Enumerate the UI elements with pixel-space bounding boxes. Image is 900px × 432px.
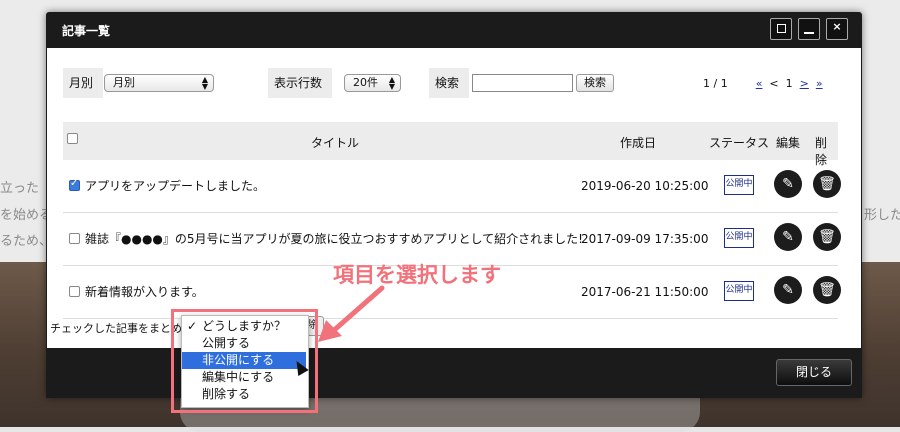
rows-select-value: 20件 <box>353 76 378 89</box>
current-page: 1 <box>785 77 793 90</box>
row-title[interactable]: アプリをアップデートしました。 <box>85 177 265 194</box>
background-text: るため、 <box>0 234 53 249</box>
edit-button[interactable]: ✎ <box>774 276 802 304</box>
background-text: を始める <box>0 208 53 223</box>
prev-page[interactable]: < <box>769 77 778 90</box>
pencil-icon: ✎ <box>782 176 794 192</box>
trash-icon: 🗑 <box>818 229 836 245</box>
row-checkbox[interactable] <box>69 178 80 191</box>
background-text: 形した <box>864 208 900 223</box>
search-label: 検索 <box>429 68 469 98</box>
header-created: 作成日 <box>620 136 657 150</box>
status-badge: 公開中 <box>724 281 754 301</box>
minimize-icon <box>804 32 814 34</box>
next-page-link[interactable]: > <box>800 77 809 90</box>
search-input[interactable] <box>472 74 573 92</box>
close-window-button[interactable]: × <box>826 18 848 40</box>
table-row: アプリをアップデートしました。 2019-06-20 10:25:00 公開中 … <box>63 160 841 213</box>
table-header: タイトル 作成日 ステータス 編集 削除 <box>63 122 838 167</box>
modal-title: 記事一覧 <box>62 24 111 38</box>
delete-button[interactable]: 🗑 <box>813 223 841 251</box>
pencil-icon: ✎ <box>782 229 794 245</box>
filter-bar: 月別 月別 ▲ ▼ 表示行数 20件 ▲ ▼ 検索 検索 1 / 1 « < 1 > <box>63 68 833 98</box>
pagination: 1 / 1 « < 1 > » <box>703 77 823 90</box>
row-checkbox[interactable] <box>69 233 80 244</box>
select-arrows-icon: ▲ ▼ <box>201 75 208 91</box>
rows-select[interactable]: 20件 ▲ ▼ <box>344 74 401 92</box>
delete-button[interactable]: 🗑 <box>813 170 841 198</box>
trash-icon: 🗑 <box>818 282 836 298</box>
edit-button[interactable]: ✎ <box>774 223 802 251</box>
maximize-button[interactable] <box>770 18 792 40</box>
row-date: 2017-06-21 11:50:00 <box>581 285 709 299</box>
delete-button[interactable]: 🗑 <box>813 276 841 304</box>
pencil-icon: ✎ <box>782 282 794 298</box>
minimize-button[interactable] <box>798 18 820 40</box>
month-select[interactable]: 月別 ▲ ▼ <box>104 74 214 92</box>
close-button[interactable]: 閉じる <box>776 359 852 386</box>
search-button[interactable]: 検索 <box>576 74 614 92</box>
modal-content: 月別 月別 ▲ ▼ 表示行数 20件 ▲ ▼ 検索 検索 1 / 1 « < 1 > <box>47 48 861 348</box>
trash-icon: 🗑 <box>818 176 836 192</box>
row-title[interactable]: 雑誌『●●●●』の5月号に当アプリが夏の旅に役立つおすすめアプリとして紹介されま… <box>85 230 583 247</box>
background-text: 立った <box>0 181 40 196</box>
select-arrows-icon: ▲ ▼ <box>388 75 395 91</box>
rows-label: 表示行数 <box>268 68 332 98</box>
status-badge: 公開中 <box>724 175 754 195</box>
header-edit: 編集 <box>776 136 801 150</box>
modal-footer: 閉じる <box>46 348 862 398</box>
article-list-modal: 記事一覧 × 月別 月別 ▲ ▼ 表示行数 20件 ▲ ▼ 検索 検索 1 / 1 <box>46 12 862 398</box>
month-select-value: 月別 <box>113 76 135 89</box>
row-date: 2019-06-20 10:25:00 <box>581 179 709 193</box>
row-checkbox[interactable] <box>69 286 80 297</box>
row-title[interactable]: 新着情報が入ります。 <box>85 283 204 300</box>
status-badge: 公開中 <box>724 228 754 248</box>
month-label: 月別 <box>63 68 103 98</box>
header-status: ステータス <box>709 136 770 150</box>
select-all-checkbox[interactable] <box>67 133 78 144</box>
page-summary: 1 / 1 <box>703 77 728 90</box>
annotation-arrow-icon <box>318 285 385 342</box>
row-date: 2017-09-09 17:35:00 <box>581 232 709 246</box>
close-icon: × <box>832 20 842 33</box>
modal-titlebar[interactable]: 記事一覧 × <box>46 12 862 48</box>
annotation-highlight-box <box>171 309 318 413</box>
maximize-icon <box>777 24 786 33</box>
header-title: タイトル <box>311 136 360 150</box>
edit-button[interactable]: ✎ <box>774 170 802 198</box>
last-page-link[interactable]: » <box>816 77 823 90</box>
first-page-link[interactable]: « <box>756 77 763 90</box>
